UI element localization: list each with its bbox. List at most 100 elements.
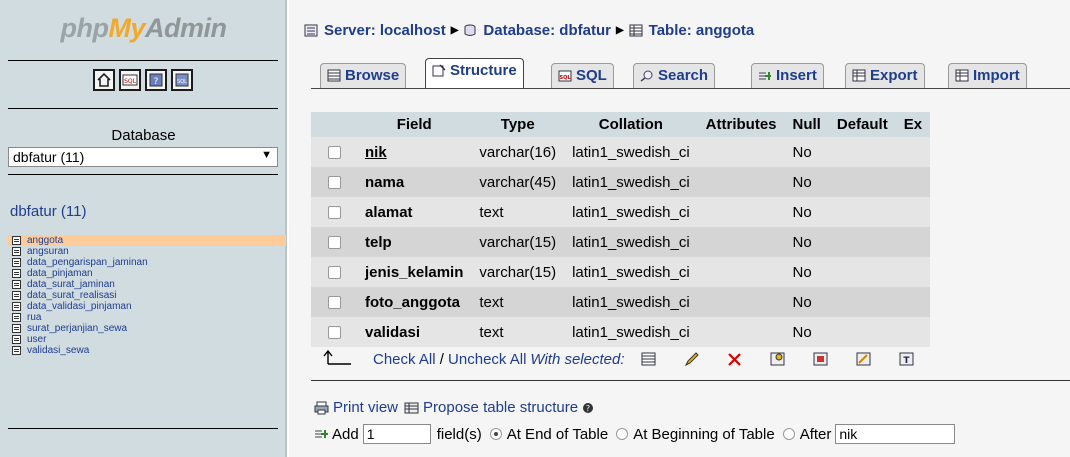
sidebar-table-item[interactable]: anggota bbox=[8, 235, 286, 246]
field-name: nik bbox=[357, 137, 472, 167]
row-checkbox[interactable] bbox=[311, 227, 357, 257]
primary-icon[interactable] bbox=[770, 352, 785, 366]
table-icon[interactable] bbox=[12, 247, 21, 256]
sidebar-table-item[interactable]: data_pinjaman bbox=[8, 268, 286, 279]
sidebar-table-item[interactable]: user bbox=[8, 334, 286, 345]
row-checkbox[interactable] bbox=[311, 317, 357, 347]
row-checkbox-box[interactable] bbox=[327, 176, 341, 190]
at-end-label[interactable]: At End of Table bbox=[507, 426, 608, 443]
table-row: alamat text latin1_swedish_ci No bbox=[311, 197, 931, 227]
table-icon[interactable] bbox=[12, 269, 21, 278]
help-icon[interactable]: ? bbox=[582, 402, 594, 414]
uncheck-all-link[interactable]: Uncheck All bbox=[448, 351, 526, 368]
sidebar-table-label[interactable]: data_surat_jaminan bbox=[27, 279, 115, 290]
row-checkbox-box[interactable] bbox=[327, 146, 341, 160]
field-null: No bbox=[784, 197, 829, 227]
breadcrumb-database[interactable]: Database: dbfatur bbox=[483, 22, 611, 39]
database-select[interactable]: dbfatur (11) ▼ bbox=[8, 147, 278, 167]
sidebar-table-item[interactable]: angsuran bbox=[8, 246, 286, 257]
tab-import[interactable]: Import bbox=[948, 63, 1027, 88]
table-icon[interactable] bbox=[12, 280, 21, 289]
row-checkbox[interactable] bbox=[311, 137, 357, 167]
table-icon[interactable] bbox=[12, 236, 21, 245]
database-label: Database bbox=[111, 127, 176, 144]
print-view-link[interactable]: Print view bbox=[333, 399, 398, 416]
divider bbox=[8, 108, 278, 109]
field-null: No bbox=[784, 137, 829, 167]
sidebar-table-item[interactable]: data_surat_realisasi bbox=[8, 290, 286, 301]
at-beginning-radio[interactable] bbox=[616, 428, 629, 440]
tab-sql[interactable]: SQL SQL bbox=[551, 63, 614, 88]
sidebar-table-label[interactable]: angsuran bbox=[27, 246, 69, 257]
tab-search[interactable]: Search bbox=[633, 63, 716, 88]
sidebar-table-item[interactable]: data_pengarispan_jaminan bbox=[8, 257, 286, 268]
after-radio[interactable] bbox=[782, 428, 795, 440]
table-icon[interactable] bbox=[12, 324, 21, 333]
sidebar-table-item[interactable]: surat_perjanjian_sewa bbox=[8, 323, 286, 334]
divider bbox=[8, 428, 278, 429]
sidebar-table-label[interactable]: user bbox=[27, 334, 46, 345]
row-checkbox[interactable] bbox=[311, 257, 357, 287]
sidebar-table-item[interactable]: validasi_sewa bbox=[8, 345, 286, 356]
row-checkbox[interactable] bbox=[311, 167, 357, 197]
table-icon[interactable] bbox=[12, 335, 21, 344]
database-heading[interactable]: dbfatur (11) bbox=[10, 203, 86, 220]
breadcrumb: Server: localhost ▶ Database: dbfatur ▶ … bbox=[304, 22, 754, 39]
docs-icon[interactable]: ? bbox=[145, 69, 167, 91]
sidebar-table-label[interactable]: data_pengarispan_jaminan bbox=[27, 257, 148, 268]
sql-docs-icon[interactable]: SQL bbox=[171, 69, 193, 91]
tab-structure[interactable]: Structure bbox=[425, 58, 524, 89]
tab-insert[interactable]: Insert bbox=[751, 63, 824, 88]
unique-icon[interactable] bbox=[813, 352, 828, 366]
table-icon[interactable] bbox=[12, 313, 21, 322]
check-all-link[interactable]: Check All bbox=[373, 351, 436, 368]
phpmyadmin-logo[interactable]: phpMyAdmin bbox=[0, 0, 287, 56]
sidebar-table-item[interactable]: data_surat_jaminan bbox=[8, 279, 286, 290]
sidebar-table-label[interactable]: data_surat_realisasi bbox=[27, 290, 117, 301]
tab-export-label: Export bbox=[870, 67, 918, 84]
sql-query-icon[interactable]: SQL bbox=[119, 69, 141, 91]
row-checkbox[interactable] bbox=[311, 197, 357, 227]
field-default bbox=[828, 317, 896, 347]
propose-structure-link[interactable]: Propose table structure bbox=[423, 399, 578, 416]
print-icon bbox=[314, 401, 329, 414]
row-checkbox-box[interactable] bbox=[327, 206, 341, 220]
after-field-select[interactable] bbox=[835, 424, 956, 444]
sidebar-table-label[interactable]: anggota bbox=[27, 235, 63, 246]
index-icon[interactable] bbox=[856, 352, 871, 366]
tabs-baseline bbox=[311, 88, 1070, 89]
row-checkbox[interactable] bbox=[311, 287, 357, 317]
tab-export[interactable]: Export bbox=[845, 63, 925, 88]
structure-table: Field Type Collation Attributes Null Def… bbox=[311, 112, 931, 347]
breadcrumb-server[interactable]: Server: localhost bbox=[324, 22, 446, 39]
field-collation: latin1_swedish_ci bbox=[564, 137, 698, 167]
field-name: jenis_kelamin bbox=[357, 257, 472, 287]
edit-icon[interactable] bbox=[684, 352, 699, 366]
sidebar-table-item[interactable]: rua bbox=[8, 312, 286, 323]
table-icon[interactable] bbox=[12, 346, 21, 355]
breadcrumb-table[interactable]: Table: anggota bbox=[649, 22, 755, 39]
drop-icon[interactable] bbox=[727, 352, 742, 366]
header-extra: Ex bbox=[895, 112, 931, 137]
row-checkbox-box[interactable] bbox=[327, 326, 341, 340]
sidebar-table-item[interactable]: data_validasi_pinjaman bbox=[8, 301, 286, 312]
table-icon[interactable] bbox=[12, 291, 21, 300]
sidebar-table-label[interactable]: rua bbox=[27, 312, 41, 323]
after-label[interactable]: After bbox=[800, 426, 832, 443]
table-icon[interactable] bbox=[12, 258, 21, 267]
at-end-radio[interactable] bbox=[489, 428, 502, 440]
table-icon[interactable] bbox=[12, 302, 21, 311]
home-icon[interactable] bbox=[93, 69, 115, 91]
row-checkbox-box[interactable] bbox=[327, 266, 341, 280]
tab-browse[interactable]: Browse bbox=[320, 63, 407, 88]
add-field-count-input[interactable] bbox=[362, 424, 431, 444]
at-beginning-label[interactable]: At Beginning of Table bbox=[633, 426, 775, 443]
row-checkbox-box[interactable] bbox=[327, 296, 341, 310]
sidebar-table-label[interactable]: surat_perjanjian_sewa bbox=[27, 323, 127, 334]
sidebar-table-label[interactable]: data_validasi_pinjaman bbox=[27, 301, 132, 312]
sidebar-table-label[interactable]: data_pinjaman bbox=[27, 268, 93, 279]
row-checkbox-box[interactable] bbox=[327, 236, 341, 250]
browse-icon[interactable] bbox=[641, 352, 656, 366]
sidebar-table-label[interactable]: validasi_sewa bbox=[27, 345, 89, 356]
fulltext-icon[interactable]: T bbox=[899, 352, 914, 366]
